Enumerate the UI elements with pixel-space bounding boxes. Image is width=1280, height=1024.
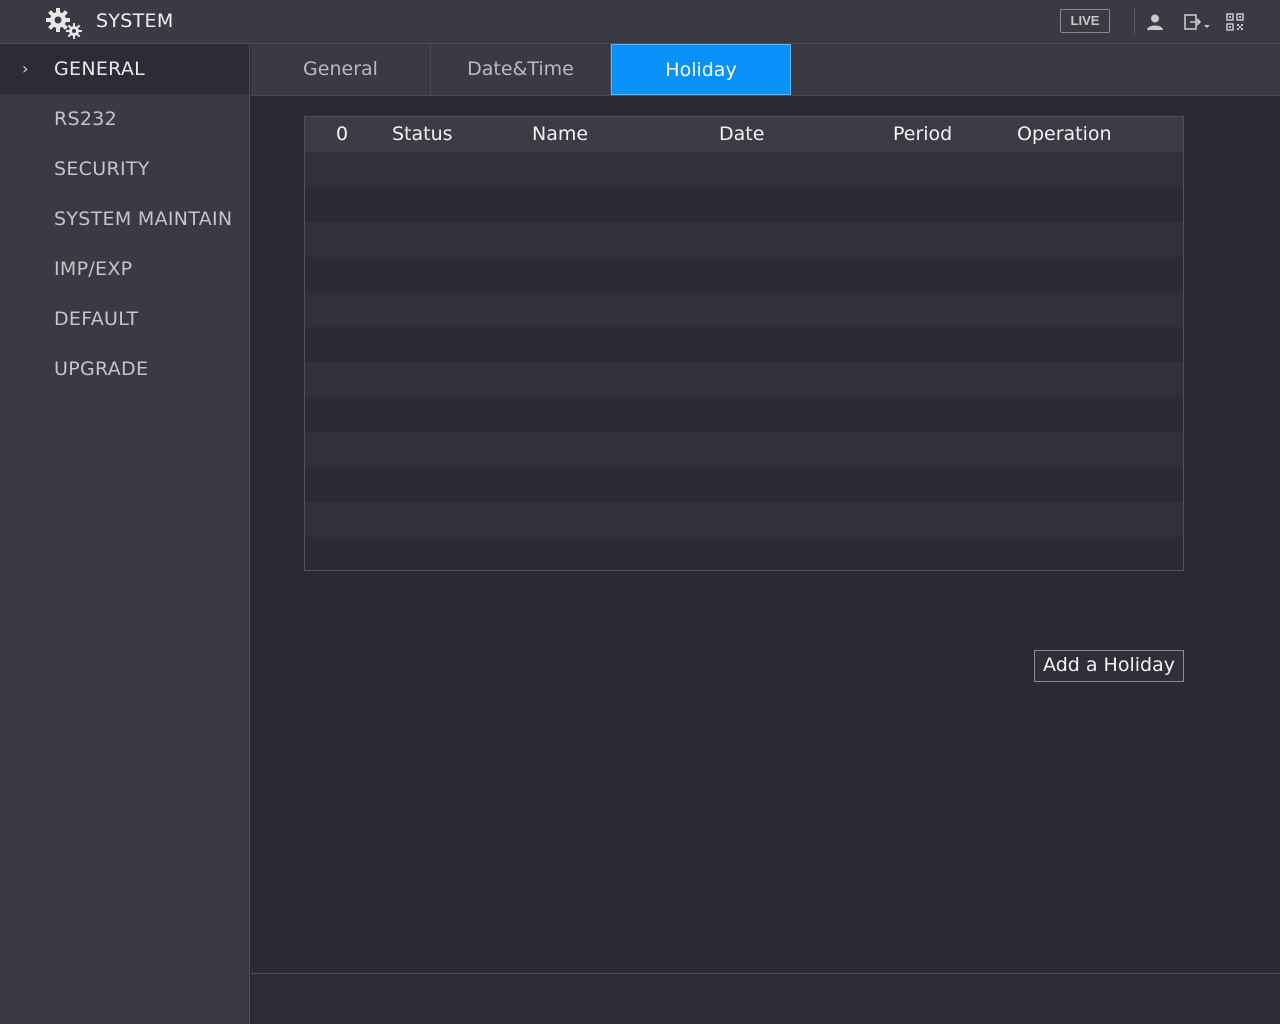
sidebar-item-general[interactable]: › GENERAL — [0, 44, 249, 94]
sidebar-item-default[interactable]: DEFAULT — [0, 294, 249, 344]
table-row — [305, 222, 1183, 257]
add-holiday-button[interactable]: Add a Holiday — [1034, 650, 1184, 682]
toolbar-divider — [1134, 8, 1135, 34]
column-header-status: Status — [392, 123, 453, 145]
sidebar-item-label: RS232 — [54, 108, 118, 130]
tab-date-time[interactable]: Date&Time — [431, 44, 611, 95]
page-title: SYSTEM — [96, 10, 174, 32]
sidebar-item-label: IMP/EXP — [54, 258, 133, 280]
table-header: 0 Status Name Date Period Operation — [305, 117, 1183, 152]
settings-gear-icon — [46, 8, 82, 39]
sidebar-item-label: UPGRADE — [54, 358, 149, 380]
tab-bar: General Date&Time Holiday — [251, 44, 1280, 96]
sidebar-item-label: SECURITY — [54, 158, 150, 180]
sidebar-item-imp-exp[interactable]: IMP/EXP — [0, 244, 249, 294]
column-header-count[interactable]: 0 — [336, 117, 348, 152]
table-row — [305, 397, 1183, 432]
holiday-table: 0 Status Name Date Period Operation — [304, 116, 1184, 571]
user-icon[interactable] — [1145, 12, 1165, 32]
tab-general[interactable]: General — [251, 44, 431, 95]
table-row — [305, 257, 1183, 292]
sidebar-item-label: GENERAL — [54, 58, 146, 80]
sidebar-item-label: SYSTEM MAINTAIN — [54, 208, 233, 230]
column-header-operation: Operation — [1017, 123, 1112, 145]
sidebar-item-upgrade[interactable]: UPGRADE — [0, 344, 249, 394]
logout-icon[interactable] — [1183, 12, 1215, 32]
table-row — [305, 467, 1183, 502]
table-row — [305, 432, 1183, 467]
live-button[interactable]: LIVE — [1060, 9, 1110, 33]
column-header-date: Date — [719, 123, 765, 145]
table-row — [305, 187, 1183, 222]
table-row — [305, 537, 1183, 570]
sidebar-item-rs232[interactable]: RS232 — [0, 94, 249, 144]
sidebar-item-label: DEFAULT — [54, 308, 139, 330]
sidebar-item-system-maintain[interactable]: SYSTEM MAINTAIN — [0, 194, 249, 244]
sidebar: › GENERAL RS232 SECURITY SYSTEM MAINTAIN… — [0, 44, 250, 1024]
table-row — [305, 292, 1183, 327]
tab-holiday[interactable]: Holiday — [611, 44, 791, 95]
table-row — [305, 502, 1183, 537]
table-row — [305, 152, 1183, 187]
table-row — [305, 362, 1183, 397]
top-bar: SYSTEM LIVE — [0, 0, 1280, 44]
chevron-right-icon: › — [22, 59, 29, 78]
table-row — [305, 327, 1183, 362]
footer-bar — [251, 974, 1280, 1024]
column-header-period: Period — [893, 123, 953, 145]
column-header-name: Name — [532, 123, 589, 145]
sidebar-item-security[interactable]: SECURITY — [0, 144, 249, 194]
chevron-down-icon — [1204, 25, 1210, 28]
qr-code-icon[interactable] — [1225, 12, 1245, 32]
